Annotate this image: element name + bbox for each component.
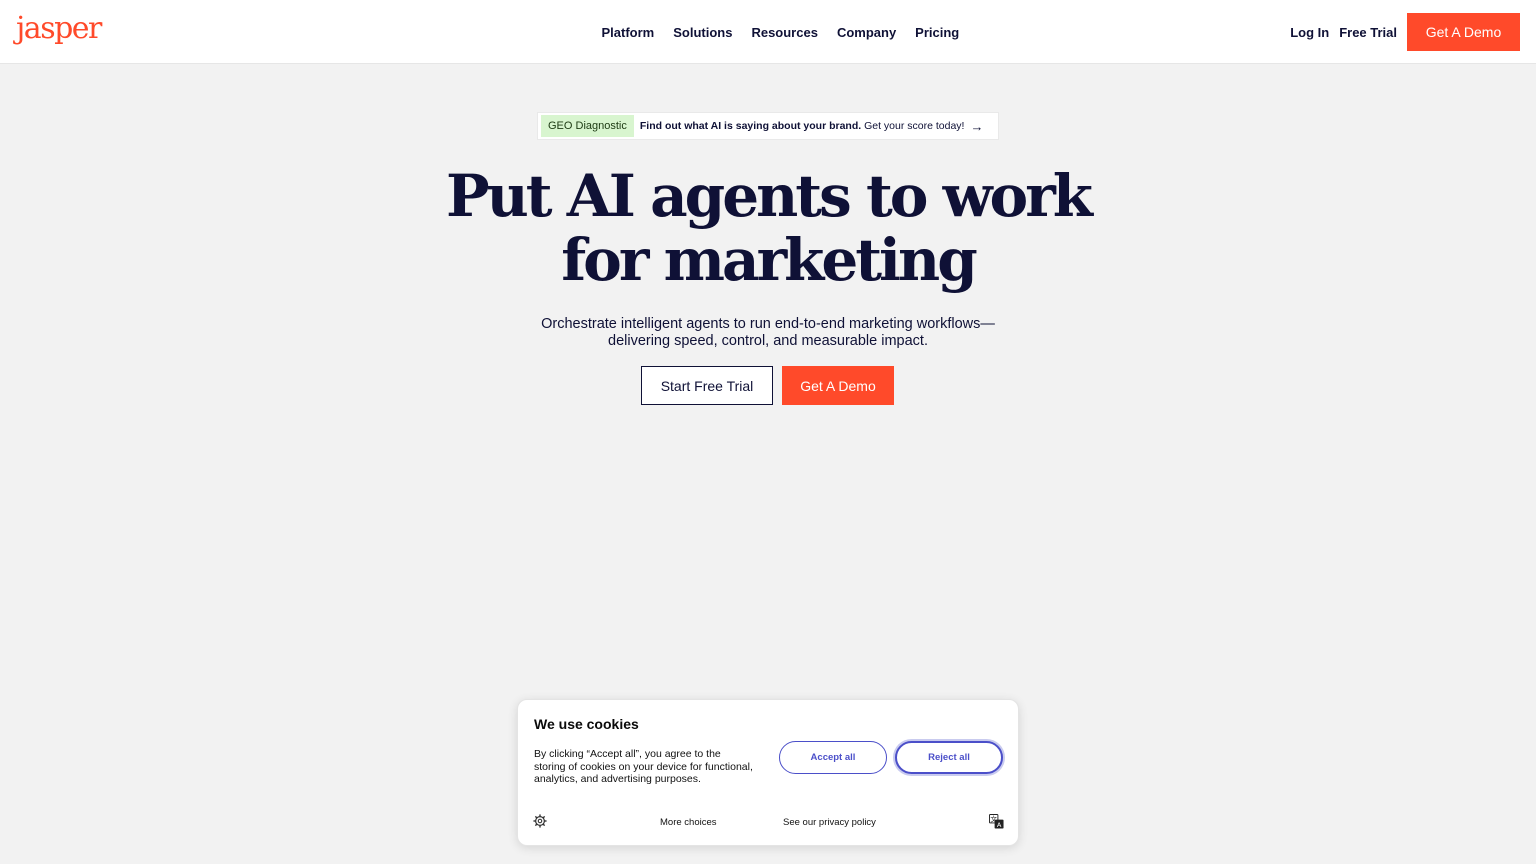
translate-icon[interactable]: 文 A: [989, 814, 1004, 829]
announcement-bold-text: Find out what AI is saying about your br…: [639, 120, 862, 132]
hero-subtitle-line2: delivering speed, control, and measurabl…: [608, 333, 928, 349]
hero-cta-row: Start Free Trial Get A Demo: [641, 366, 894, 405]
free-trial-link[interactable]: Free Trial: [1339, 25, 1397, 40]
hero-subtitle: Orchestrate intelligent agents to run en…: [468, 316, 1068, 350]
nav-platform[interactable]: Platform: [592, 25, 664, 40]
hero-title-line1: Put AI agents to work: [446, 162, 1093, 230]
privacy-policy-link[interactable]: See our privacy policy: [783, 817, 876, 828]
announcement-text: Find out what AI is saying about your br…: [640, 120, 965, 132]
cookie-consent-banner: We use cookies By clicking “Accept all”,…: [517, 699, 1019, 846]
jasper-logo[interactable]: jasper: [16, 12, 102, 46]
nav-pricing[interactable]: Pricing: [906, 25, 969, 40]
hero-title: Put AI agents to work for marketing: [368, 164, 1168, 292]
hero-subtitle-line1: Orchestrate intelligent agents to run en…: [541, 316, 995, 332]
gear-icon[interactable]: [533, 814, 547, 828]
start-free-trial-button[interactable]: Start Free Trial: [641, 366, 773, 405]
nav-solutions[interactable]: Solutions: [664, 25, 742, 40]
site-header: jasper Platform Solutions Resources Comp…: [0, 0, 1536, 64]
arrow-right-icon: →: [970, 118, 984, 134]
cookie-description: By clicking “Accept all”, you agree to t…: [534, 748, 753, 785]
more-choices-link[interactable]: More choices: [660, 817, 717, 828]
hero-get-demo-button[interactable]: Get A Demo: [782, 366, 894, 405]
hero-title-line2: for marketing: [561, 226, 978, 294]
main-nav: Platform Solutions Resources Company Pri…: [592, 0, 969, 64]
login-link[interactable]: Log In: [1290, 25, 1329, 40]
cookie-title: We use cookies: [534, 716, 639, 732]
header-actions: Log In Free Trial Get A Demo: [1290, 0, 1520, 64]
nav-resources[interactable]: Resources: [742, 25, 827, 40]
svg-text:A: A: [997, 821, 1002, 829]
header-get-demo-button[interactable]: Get A Demo: [1407, 13, 1520, 51]
announcement-cta-text: Get your score today!: [864, 120, 965, 132]
accept-all-button[interactable]: Accept all: [779, 741, 887, 774]
geo-diagnostic-badge: GEO Diagnostic: [541, 115, 634, 137]
reject-all-button[interactable]: Reject all: [895, 741, 1003, 774]
nav-company[interactable]: Company: [827, 25, 905, 40]
geo-announcement-banner[interactable]: GEO Diagnostic Find out what AI is sayin…: [537, 112, 999, 140]
